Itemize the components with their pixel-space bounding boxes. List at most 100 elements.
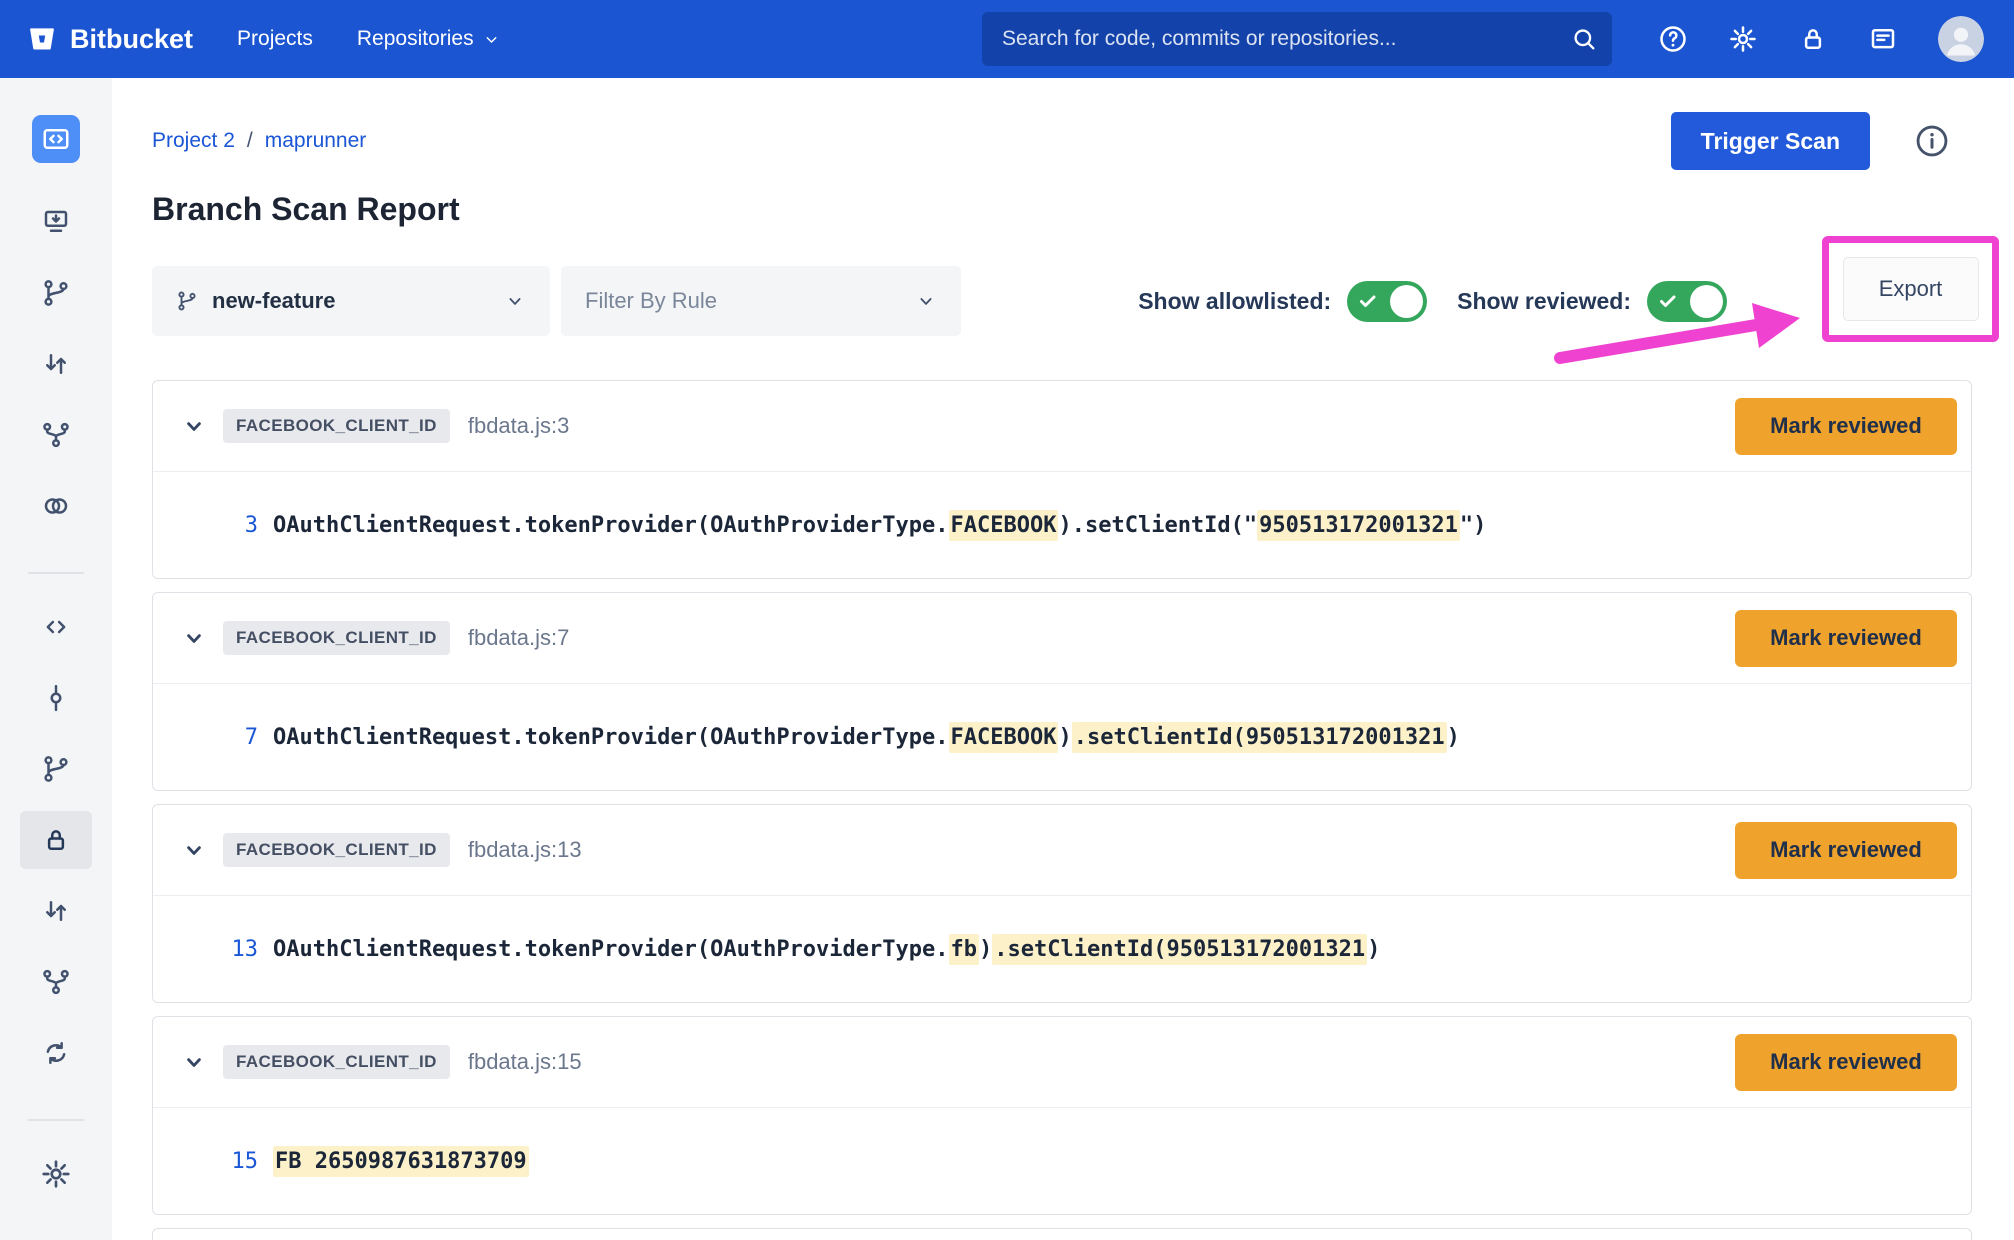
sidebar-item-fork[interactable]: [20, 406, 92, 464]
bitbucket-logo[interactable]: Bitbucket: [26, 23, 193, 55]
page-title: Branch Scan Report: [152, 188, 1972, 230]
finding-header: [153, 1229, 1971, 1240]
nav-repositories-label: Repositories: [357, 27, 474, 51]
finding-location: fbdata.js:3: [468, 413, 570, 439]
show-allowlisted-toggle[interactable]: [1347, 281, 1427, 322]
sidebar-item-branches[interactable]: [20, 740, 92, 798]
rule-badge: FACEBOOK_CLIENT_ID: [223, 621, 450, 655]
chevron-down-icon: [504, 290, 526, 312]
clone-icon: [41, 207, 71, 237]
sidebar-item-branch[interactable]: [20, 264, 92, 322]
chevron-down-icon: [483, 31, 500, 48]
brand-name: Bitbucket: [70, 24, 193, 55]
chevron-down-icon[interactable]: [181, 837, 207, 863]
code-text: ).setClientId(": [1058, 513, 1257, 538]
finding-header: FACEBOOK_CLIENT_ID fbdata.js:7 Mark revi…: [153, 593, 1971, 683]
finding-card: FACEBOOK_CLIENT_ID fbdata.js:3 Mark revi…: [152, 380, 1972, 579]
show-reviewed-label: Show reviewed:: [1457, 288, 1631, 315]
compare-arrows-icon: [41, 349, 71, 379]
branch-selector-value: new-feature: [212, 288, 335, 314]
code-line-number: 7: [212, 725, 258, 750]
feedback-icon[interactable]: [1868, 24, 1898, 54]
commits-icon: [41, 683, 71, 713]
finding-header: FACEBOOK_CLIENT_ID fbdata.js:13 Mark rev…: [153, 805, 1971, 895]
sidebar-item-pull-requests[interactable]: [20, 882, 92, 940]
rule-filter-placeholder: Filter By Rule: [585, 288, 717, 314]
toggle-knob: [1390, 285, 1423, 318]
code-text: OAuthClientRequest.tokenProvider(OAuthPr…: [273, 513, 949, 538]
code-text: ): [1447, 725, 1460, 750]
search-icon: [1570, 25, 1598, 58]
rule-filter-selector[interactable]: Filter By Rule: [561, 266, 961, 336]
pipelines-icon: [41, 967, 71, 997]
search-input[interactable]: [982, 27, 1612, 51]
code-text: ): [979, 937, 992, 962]
finding-header: FACEBOOK_CLIENT_ID fbdata.js:15 Mark rev…: [153, 1017, 1971, 1107]
info-icon[interactable]: [1914, 123, 1950, 159]
code-highlight: FACEBOOK: [949, 510, 1059, 541]
help-icon[interactable]: [1658, 24, 1688, 54]
code-text: ): [1367, 937, 1380, 962]
rule-badge: FACEBOOK_CLIENT_ID: [223, 409, 450, 443]
sidebar-item-deployments[interactable]: [20, 477, 92, 535]
show-reviewed-toggle[interactable]: [1647, 281, 1727, 322]
lock-icon: [41, 825, 71, 855]
code-line-number: 15: [212, 1149, 258, 1174]
nav-projects[interactable]: Projects: [237, 27, 313, 51]
code-text: ): [1058, 725, 1071, 750]
rule-badge: FACEBOOK_CLIENT_ID: [223, 833, 450, 867]
finding-location: fbdata.js:13: [468, 837, 582, 863]
fork-icon: [41, 420, 71, 450]
gear-icon: [40, 1158, 72, 1190]
sidebar-item-compare[interactable]: [20, 335, 92, 393]
finding-card: FACEBOOK_CLIENT_ID fbdata.js:13 Mark rev…: [152, 804, 1972, 1003]
sidebar-item-commits[interactable]: [20, 669, 92, 727]
sidebar-item-pipelines[interactable]: [20, 953, 92, 1011]
sidebar-divider: [28, 1119, 84, 1121]
finding-card-partial: [152, 1228, 1972, 1240]
sync-icon: [41, 1038, 71, 1068]
top-navbar: Bitbucket Projects Repositories: [0, 0, 2014, 78]
lock-icon[interactable]: [1798, 24, 1828, 54]
chevron-down-icon[interactable]: [181, 413, 207, 439]
export-button[interactable]: Export: [1843, 257, 1979, 321]
repository-avatar[interactable]: [32, 115, 80, 163]
mark-reviewed-button[interactable]: Mark reviewed: [1735, 398, 1957, 455]
user-avatar[interactable]: [1938, 16, 1984, 62]
navbar-icon-group: [1658, 16, 1984, 62]
code-highlight: .setClientId(950513172001321: [1072, 722, 1447, 753]
breadcrumb-project-link[interactable]: Project 2: [152, 129, 235, 153]
code-line-number: 13: [212, 937, 258, 962]
code-text: "): [1460, 513, 1487, 538]
finding-code-row: 15 FB 2650987631873709: [153, 1107, 1971, 1214]
annotation-highlight-box: Export: [1822, 236, 1999, 342]
sidebar-item-source[interactable]: [20, 598, 92, 656]
sidebar-item-sync[interactable]: [20, 1024, 92, 1082]
filter-bar: new-feature Filter By Rule Show allowlis…: [152, 266, 1972, 336]
sidebar-item-clone[interactable]: [20, 193, 92, 251]
global-search[interactable]: [982, 12, 1612, 66]
sidebar-item-settings[interactable]: [20, 1145, 92, 1203]
nav-repositories[interactable]: Repositories: [357, 27, 500, 51]
code-highlight: fb: [949, 934, 980, 965]
rule-badge: FACEBOOK_CLIENT_ID: [223, 1045, 450, 1079]
mark-reviewed-button[interactable]: Mark reviewed: [1735, 610, 1957, 667]
branch-selector[interactable]: new-feature: [152, 266, 550, 336]
main-content: Project 2 / maprunner Trigger Scan Branc…: [112, 78, 2014, 1240]
trigger-scan-button[interactable]: Trigger Scan: [1671, 112, 1870, 170]
code-highlight: FB 2650987631873709: [273, 1146, 529, 1177]
finding-code-row: 7 OAuthClientRequest.tokenProvider(OAuth…: [153, 683, 1971, 790]
finding-code-row: 13 OAuthClientRequest.tokenProvider(OAut…: [153, 895, 1971, 1002]
code-line: OAuthClientRequest.tokenProvider(OAuthPr…: [273, 937, 1380, 962]
chevron-down-icon[interactable]: [181, 1049, 207, 1075]
breadcrumb: Project 2 / maprunner: [152, 129, 366, 153]
breadcrumb-repo-link[interactable]: maprunner: [265, 129, 367, 153]
mark-reviewed-button[interactable]: Mark reviewed: [1735, 1034, 1957, 1091]
code-highlight: 950513172001321: [1257, 510, 1460, 541]
sidebar-item-security[interactable]: [20, 811, 92, 869]
code-line: OAuthClientRequest.tokenProvider(OAuthPr…: [273, 725, 1460, 750]
code-text: OAuthClientRequest.tokenProvider(OAuthPr…: [273, 937, 949, 962]
mark-reviewed-button[interactable]: Mark reviewed: [1735, 822, 1957, 879]
gear-icon[interactable]: [1728, 24, 1758, 54]
chevron-down-icon[interactable]: [181, 625, 207, 651]
